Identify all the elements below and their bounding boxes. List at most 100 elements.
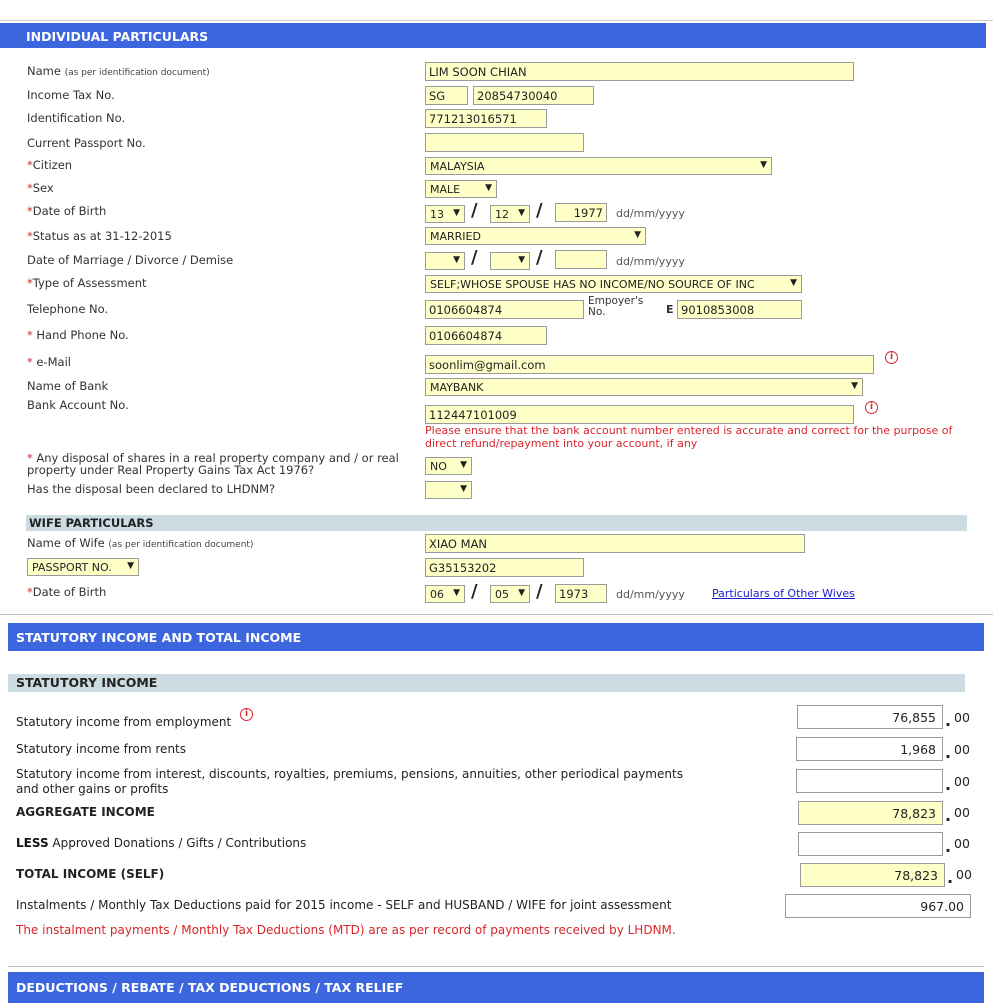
date-separator: / (536, 581, 543, 602)
assessment-select[interactable]: SELF;WHOSE SPOUSE HAS NO INCOME/NO SOURC… (425, 275, 802, 293)
wife-dob-month-select[interactable]: 05 ▼ (490, 585, 530, 603)
status-label: *Status as at 31-12-2015 (27, 229, 172, 243)
donations-input[interactable] (798, 832, 943, 856)
passport-no-label: Current Passport No. (27, 136, 146, 150)
mtd-note: The instalment payments / Monthly Tax De… (16, 923, 676, 937)
other-wives-link[interactable]: Particulars of Other Wives (712, 587, 855, 600)
date-separator: / (536, 247, 543, 268)
income-tax-no-input[interactable]: 20854730040 (473, 86, 594, 105)
dob-day-select[interactable]: 13 ▼ (425, 205, 465, 223)
bank-account-label: Bank Account No. (27, 398, 129, 412)
declared-select[interactable]: ▼ (425, 481, 472, 499)
disposal-select[interactable]: NO ▼ (425, 457, 472, 475)
cents-value: 00 (954, 805, 970, 820)
wife-name-input[interactable]: XIAO MAN (425, 534, 805, 553)
info-icon[interactable]: i (885, 351, 898, 364)
date-separator: / (536, 200, 543, 221)
wife-dob-year-input[interactable]: 1973 (555, 584, 607, 603)
rents-income-input[interactable]: 1,968 (796, 737, 943, 761)
interest-income-input[interactable] (796, 769, 943, 793)
sex-label: *Sex (27, 181, 54, 195)
individual-particulars-header: INDIVIDUAL PARTICULARS (0, 23, 986, 48)
employer-no-input[interactable]: 9010853008 (677, 300, 802, 319)
cents-value: 00 (954, 774, 970, 789)
date-separator: / (471, 581, 478, 602)
chevron-down-icon: ▼ (453, 255, 460, 265)
bank-account-input[interactable]: 112447101009 (425, 405, 854, 424)
aggregate-income-value: 78,823 (798, 801, 943, 825)
marriage-day-select[interactable]: ▼ (425, 252, 465, 270)
dob-year-input[interactable]: 1977 (555, 203, 607, 222)
mtd-label: Instalments / Monthly Tax Deductions pai… (16, 898, 672, 912)
total-income-label: TOTAL INCOME (SELF) (16, 867, 165, 881)
individual-particulars-title: INDIVIDUAL PARTICULARS (26, 29, 209, 44)
telephone-label: Telephone No. (27, 302, 109, 316)
assessment-label: *Type of Assessment (27, 276, 147, 290)
cents-value: 00 (954, 836, 970, 851)
chevron-down-icon: ▼ (453, 208, 460, 218)
email-input[interactable]: soonlim@gmail.com (425, 355, 874, 374)
chevron-down-icon: ▼ (851, 381, 858, 391)
marriage-year-input[interactable] (555, 250, 607, 269)
statutory-income-subheader: STATUTORY INCOME (8, 674, 965, 692)
disposal-label: * Any disposal of shares in a real prope… (27, 451, 399, 477)
chevron-down-icon: ▼ (790, 278, 797, 288)
employment-income-label: Statutory income from employment (16, 715, 232, 729)
cents-value: 00 (954, 742, 970, 757)
employer-label: Empoyer's No. (588, 295, 644, 318)
chevron-down-icon: ▼ (760, 160, 767, 170)
name-label: Name (as per identification document) (27, 64, 210, 78)
tax-prefix-input[interactable]: SG (425, 86, 468, 105)
chevron-down-icon: ▼ (518, 255, 525, 265)
employment-income-input[interactable]: 76,855 (797, 705, 943, 729)
cents-value: 00 (954, 710, 970, 725)
status-select[interactable]: MARRIED ▼ (425, 227, 646, 245)
identification-no-input[interactable]: 771213016571 (425, 109, 547, 128)
hand-phone-label: * Hand Phone No. (27, 328, 129, 342)
aggregate-income-label: AGGREGATE INCOME (16, 805, 155, 819)
bank-name-select[interactable]: MAYBANK ▼ (425, 378, 863, 396)
hand-phone-input[interactable]: 0106604874 (425, 326, 547, 345)
dob-month-select[interactable]: 12 ▼ (490, 205, 530, 223)
chevron-down-icon: ▼ (485, 183, 492, 193)
deductions-title: DEDUCTIONS / REBATE / TAX DEDUCTIONS / T… (16, 980, 404, 995)
mtd-value: 967.00 (785, 894, 971, 918)
email-label: * e-Mail (27, 355, 71, 369)
chevron-down-icon: ▼ (127, 561, 134, 571)
wife-name-label: Name of Wife (as per identification docu… (27, 536, 254, 550)
wife-passport-input[interactable]: G35153202 (425, 558, 584, 577)
chevron-down-icon: ▼ (453, 588, 460, 598)
top-divider (0, 20, 993, 21)
wife-id-type-select[interactable]: PASSPORT NO. ▼ (27, 558, 139, 576)
employer-prefix: E (666, 303, 674, 316)
decimal-point: . (945, 837, 952, 856)
info-icon[interactable]: i (240, 708, 253, 721)
decimal-point: . (945, 743, 952, 762)
interest-income-label: Statutory income from interest, discount… (16, 767, 683, 796)
passport-no-input[interactable] (425, 133, 584, 152)
sex-select[interactable]: MALE ▼ (425, 180, 497, 198)
statutory-income-header: STATUTORY INCOME AND TOTAL INCOME (8, 623, 984, 651)
info-icon[interactable]: i (865, 401, 878, 414)
wife-particulars-header: WIFE PARTICULARS (26, 515, 967, 531)
telephone-input[interactable]: 0106604874 (425, 300, 584, 319)
date-format-hint: dd/mm/yyyy (616, 207, 685, 220)
date-format-hint: dd/mm/yyyy (616, 588, 685, 601)
marriage-month-select[interactable]: ▼ (490, 252, 530, 270)
citizen-label: *Citizen (27, 158, 73, 172)
wife-dob-label: *Date of Birth (27, 585, 107, 599)
section-divider (0, 614, 993, 615)
cents-value: 00 (956, 867, 972, 882)
decimal-point: . (945, 806, 952, 825)
wife-dob-day-select[interactable]: 06 ▼ (425, 585, 465, 603)
wife-particulars-title: WIFE PARTICULARS (29, 516, 154, 530)
bank-account-warning: Please ensure that the bank account numb… (425, 424, 953, 450)
dob-label: *Date of Birth (27, 204, 107, 218)
section-divider (8, 966, 984, 967)
name-input[interactable]: LIM SOON CHIAN (425, 62, 854, 81)
chevron-down-icon: ▼ (460, 484, 467, 494)
statutory-income-title: STATUTORY INCOME AND TOTAL INCOME (16, 630, 302, 645)
citizen-select[interactable]: MALAYSIA ▼ (425, 157, 772, 175)
decimal-point: . (947, 868, 954, 887)
marriage-date-label: Date of Marriage / Divorce / Demise (27, 253, 234, 267)
